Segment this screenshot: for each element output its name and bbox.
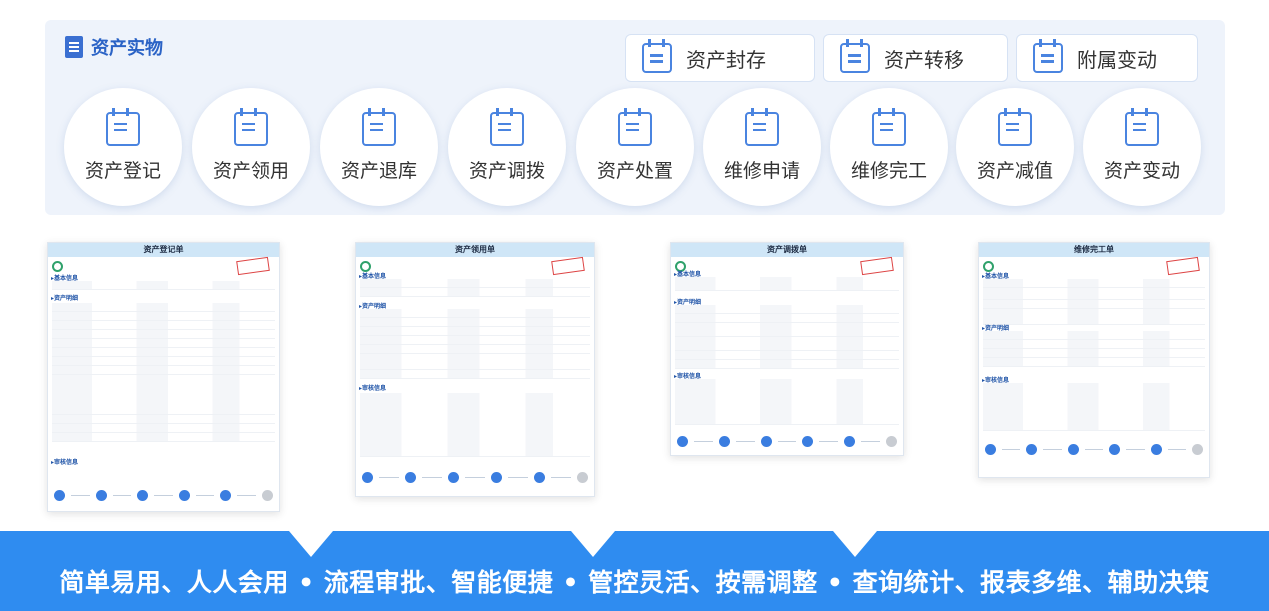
- module-label: 维修完工: [850, 159, 927, 182]
- form-asset-allocate[interactable]: 资产调拨单 ▸基本信息 ▸资产明细 ▸审核信息: [670, 242, 904, 456]
- flow-node-icon: [1026, 443, 1038, 455]
- module-repair-complete[interactable]: 维修完工: [830, 88, 948, 206]
- module-label: 资产处置: [596, 159, 673, 182]
- calendar-list-icon: [642, 39, 672, 73]
- flow-node-icon: [677, 435, 688, 447]
- banner-notch: [571, 531, 615, 557]
- module-label: 资产登记: [84, 159, 161, 182]
- form-repair-complete[interactable]: 维修完工单 ▸基本信息 ▸资产明细 ▸审核信息: [978, 242, 1210, 478]
- calendar-list-icon: [1125, 107, 1159, 146]
- flow-node-icon: [1150, 443, 1162, 455]
- section-title: 资产实物: [91, 38, 163, 59]
- flow-node-icon: [985, 443, 996, 455]
- calendar-list-icon: [362, 107, 396, 146]
- form-rows: [675, 277, 899, 291]
- stamp-icon: [236, 256, 270, 276]
- banner-notch: [833, 531, 877, 557]
- module-asset-register[interactable]: 资产登记: [64, 88, 182, 206]
- calendar-list-icon: [234, 107, 268, 146]
- flow-node-icon: [137, 489, 149, 501]
- form-section-audit: ▸审核信息: [359, 385, 387, 392]
- module-label: 资产变动: [1103, 159, 1180, 182]
- form-title: 资产登记单: [48, 243, 279, 257]
- form-rows: [360, 309, 590, 379]
- form-rows: [360, 279, 590, 297]
- asset-seal-button[interactable]: 资产封存: [625, 34, 815, 82]
- stamp-icon: [860, 256, 894, 276]
- form-title: 维修完工单: [979, 243, 1209, 257]
- flow-node-icon: [802, 435, 814, 447]
- module-label: 维修申请: [723, 159, 800, 182]
- calendar-list-icon: [745, 107, 779, 146]
- form-section-detail: ▸资产明细: [51, 295, 79, 302]
- calendar-list-icon: [998, 107, 1032, 146]
- flow-node-icon: [220, 489, 232, 501]
- form-rows: [52, 303, 275, 442]
- approval-flow: [362, 469, 588, 485]
- approval-flow: [985, 441, 1204, 457]
- page: 资产实物 资产封存 资产转移 附属变动 资产登记 资产领用 资产退库 资产调拨 …: [0, 0, 1269, 611]
- logo-icon: [52, 261, 63, 272]
- form-rows: [52, 281, 275, 290]
- section-header: 资产实物: [65, 34, 163, 60]
- module-label: 资产减值: [976, 159, 1053, 182]
- flow-node-icon: [362, 471, 373, 483]
- flow-end-icon: [885, 435, 897, 447]
- form-asset-receive[interactable]: 资产领用单 ▸基本信息 ▸资产明细 ▸审核信息: [355, 242, 595, 497]
- flow-node-icon: [178, 489, 190, 501]
- form-rows: [360, 393, 590, 457]
- calendar-list-icon: [840, 39, 870, 73]
- stamp-icon: [1166, 256, 1200, 276]
- module-label: 资产领用: [212, 159, 289, 182]
- asset-transfer-button[interactable]: 资产转移: [823, 34, 1008, 82]
- flow-end-icon: [577, 471, 588, 483]
- module-label: 资产调拨: [468, 159, 545, 182]
- flow-node-icon: [718, 435, 730, 447]
- flow-node-icon: [448, 471, 459, 483]
- approval-flow: [677, 433, 897, 449]
- flow-end-icon: [261, 489, 273, 501]
- module-asset-impairment[interactable]: 资产减值: [956, 88, 1074, 206]
- banner-notch: [289, 531, 333, 557]
- calendar-list-icon: [106, 107, 140, 146]
- form-rows: [675, 379, 899, 425]
- module-asset-change[interactable]: 资产变动: [1083, 88, 1201, 206]
- form-asset-register[interactable]: 资产登记单 ▸基本信息 ▸资产明细 ▸审核信息: [47, 242, 280, 512]
- attachment-change-label: 附属变动: [1077, 47, 1157, 72]
- form-title: 资产领用单: [356, 243, 594, 257]
- form-rows: [983, 279, 1205, 325]
- document-icon: [65, 36, 83, 58]
- calendar-list-icon: [618, 107, 652, 146]
- module-asset-allocate[interactable]: 资产调拨: [448, 88, 566, 206]
- flow-node-icon: [54, 489, 65, 501]
- calendar-list-icon: [490, 107, 524, 146]
- flow-node-icon: [491, 471, 502, 483]
- form-section-audit: ▸审核信息: [51, 459, 79, 466]
- module-label: 资产退库: [340, 159, 417, 182]
- module-asset-dispose[interactable]: 资产处置: [576, 88, 694, 206]
- module-asset-return[interactable]: 资产退库: [320, 88, 438, 206]
- attachment-change-button[interactable]: 附属变动: [1016, 34, 1198, 82]
- module-repair-request[interactable]: 维修申请: [703, 88, 821, 206]
- calendar-list-icon: [872, 107, 906, 146]
- calendar-list-icon: [1033, 39, 1063, 73]
- stamp-icon: [551, 256, 585, 276]
- flow-node-icon: [405, 471, 416, 483]
- flow-node-icon: [844, 435, 856, 447]
- flow-node-icon: [95, 489, 107, 501]
- form-rows: [983, 331, 1205, 367]
- asset-transfer-label: 资产转移: [884, 47, 964, 72]
- flow-end-icon: [1192, 443, 1204, 455]
- form-title: 资产调拨单: [671, 243, 903, 257]
- asset-seal-label: 资产封存: [686, 47, 766, 72]
- form-rows: [675, 305, 899, 369]
- approval-flow: [54, 487, 273, 503]
- flow-node-icon: [1109, 443, 1121, 455]
- flow-node-icon: [534, 471, 545, 483]
- flow-node-icon: [1067, 443, 1079, 455]
- form-rows: [983, 383, 1205, 431]
- module-asset-receive[interactable]: 资产领用: [192, 88, 310, 206]
- slogan-text: 简单易用、人人会用 • 流程审批、智能便捷 • 管控灵活、按需调整 • 查询统计…: [59, 568, 1210, 597]
- flow-node-icon: [760, 435, 772, 447]
